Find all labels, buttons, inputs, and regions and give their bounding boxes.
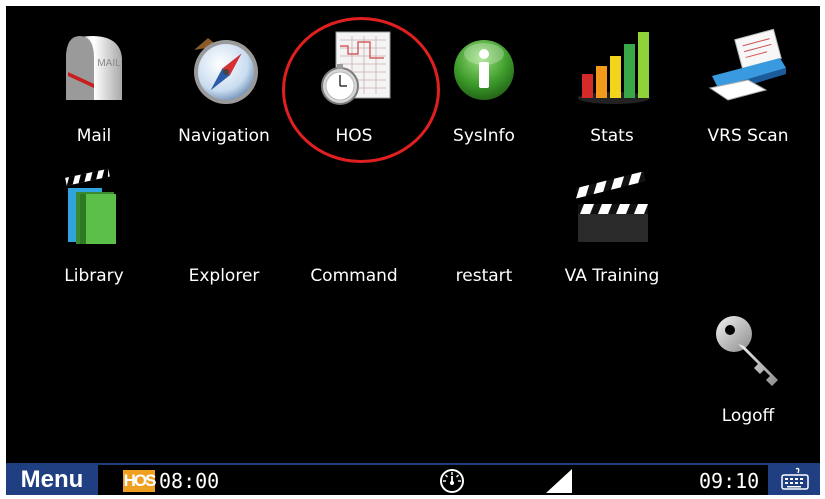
app-sysinfo[interactable]: SysInfo — [419, 6, 549, 146]
book-clapper-icon — [65, 168, 116, 244]
app-label-sysinfo: SysInfo — [453, 126, 515, 146]
svg-text:MAIL: MAIL — [97, 58, 121, 69]
app-logoff[interactable]: Logoff — [683, 286, 813, 426]
app-stats[interactable]: Stats — [547, 6, 677, 146]
clapperboard-icon — [575, 171, 648, 242]
app-navigation[interactable]: Navigation — [159, 6, 289, 146]
hos-status-badge[interactable]: HOS — [123, 470, 156, 492]
app-label-navigation: Navigation — [178, 126, 270, 146]
app-label-va-training: VA Training — [564, 266, 660, 286]
app-hos[interactable]: HOS — [289, 6, 419, 146]
app-va-training[interactable]: VA Training — [547, 146, 677, 286]
desktop-screen: MAIL Mail Navigation HOS SysInfo Stats V… — [6, 6, 820, 463]
scanner-icon — [708, 28, 786, 101]
info-icon — [454, 40, 514, 100]
hos-time: 08:00 — [159, 469, 220, 493]
clock: 09:10 — [699, 469, 760, 493]
app-label-restart: restart — [455, 266, 513, 286]
app-explorer[interactable]: Explorer — [159, 146, 289, 286]
compass-icon — [194, 38, 258, 104]
speedometer-icon[interactable] — [438, 467, 466, 495]
stopwatch-logsheet-icon — [321, 31, 391, 105]
app-label-hos: HOS — [335, 126, 373, 146]
app-label-logoff: Logoff — [721, 406, 775, 426]
app-label-library: Library — [64, 266, 124, 286]
app-command[interactable]: Command — [289, 146, 419, 286]
app-mail[interactable]: MAIL Mail — [29, 6, 159, 146]
app-label-command: Command — [310, 266, 398, 286]
mailbox-icon: MAIL — [66, 36, 122, 100]
app-vrs-scan[interactable]: VRS Scan — [683, 6, 813, 146]
app-label-explorer: Explorer — [188, 266, 260, 286]
bar-chart-icon — [578, 32, 650, 104]
app-library[interactable]: Library — [29, 146, 159, 286]
key-icon — [716, 316, 778, 386]
taskbar: Menu HOS 08:00 09:10 — [6, 463, 820, 495]
signal-strength-icon[interactable] — [544, 469, 572, 493]
app-label-mail: Mail — [76, 126, 112, 146]
keyboard-button[interactable] — [768, 465, 820, 495]
menu-button[interactable]: Menu — [6, 465, 98, 495]
keyboard-icon — [781, 467, 809, 490]
app-label-stats: Stats — [590, 126, 634, 146]
app-restart[interactable]: restart — [419, 146, 549, 286]
app-label-vrs-scan: VRS Scan — [707, 126, 789, 146]
